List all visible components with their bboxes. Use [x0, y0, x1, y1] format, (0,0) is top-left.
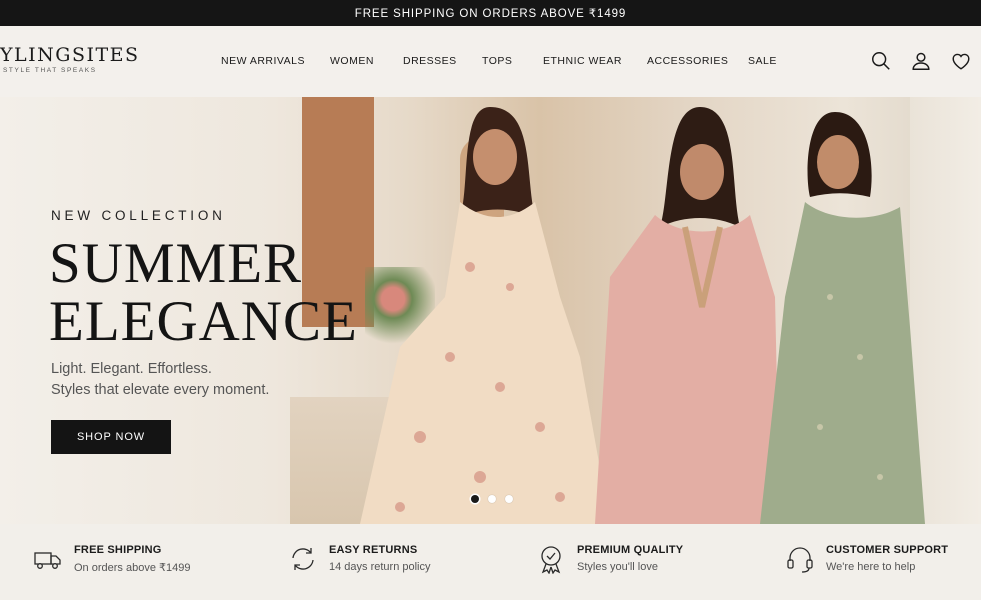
site-header: YLINGSITES STYLE THAT SPEAKS NEW ARRIVAL…	[0, 26, 981, 97]
feature-customer-support: CUSTOMER SUPPORT We're here to help	[785, 542, 981, 582]
nav-ethnic-wear[interactable]: ETHNIC WEAR	[543, 55, 622, 67]
nav-women[interactable]: WOMEN	[330, 55, 374, 67]
carousel-dot-3[interactable]	[505, 495, 513, 503]
feature-title: CUSTOMER SUPPORT	[826, 544, 949, 556]
hero-subtitle-line2: Styles that elevate every moment.	[51, 382, 270, 398]
feature-subtitle: Styles you'll love	[577, 561, 658, 573]
carousel-dots	[471, 495, 513, 503]
carousel-dot-2[interactable]	[488, 495, 496, 503]
user-icon[interactable]	[910, 50, 932, 72]
hero-headline-line2: ELEGANCE	[49, 290, 358, 353]
features-strip: FREE SHIPPING On orders above ₹1499 EASY…	[0, 524, 981, 600]
nav-accessories[interactable]: ACCESSORIES	[647, 55, 728, 67]
shop-now-button[interactable]: SHOP NOW	[51, 420, 171, 454]
feature-subtitle: 14 days return policy	[329, 561, 431, 573]
returns-icon	[288, 544, 318, 574]
feature-title: PREMIUM QUALITY	[577, 544, 684, 556]
hero-subtitle-line1: Light. Elegant. Effortless.	[51, 361, 212, 377]
hero-subtitle: Light. Elegant. Effortless. Styles that …	[51, 359, 269, 401]
main-nav: NEW ARRIVALS WOMEN DRESSES TOPS ETHNIC W…	[0, 26, 981, 97]
hero-eyebrow: NEW COLLECTION	[51, 208, 226, 223]
hero-headline-line1: SUMMER	[49, 232, 303, 295]
nav-dresses[interactable]: DRESSES	[403, 55, 457, 67]
carousel-dot-1[interactable]	[471, 495, 479, 503]
feature-title: FREE SHIPPING	[74, 544, 162, 556]
announcement-bar: FREE SHIPPING ON ORDERS ABOVE ₹1499	[0, 0, 981, 26]
hero-banner: NEW COLLECTION SUMMER ELEGANCE Light. El…	[0, 97, 981, 524]
feature-premium-quality: PREMIUM QUALITY Styles you'll love	[536, 542, 736, 582]
search-icon[interactable]	[870, 50, 892, 72]
heart-icon[interactable]	[950, 50, 972, 72]
nav-tops[interactable]: TOPS	[482, 55, 512, 67]
announcement-text: FREE SHIPPING ON ORDERS ABOVE ₹1499	[354, 8, 627, 20]
nav-new-arrivals[interactable]: NEW ARRIVALS	[221, 55, 305, 67]
feature-subtitle: On orders above ₹1499	[74, 562, 191, 574]
nav-sale[interactable]: SALE	[748, 55, 777, 67]
truck-icon	[33, 544, 63, 574]
quality-badge-icon	[536, 544, 566, 575]
feature-easy-returns: EASY RETURNS 14 days return policy	[288, 542, 488, 582]
model-green-dress-image	[760, 97, 930, 524]
feature-title: EASY RETURNS	[329, 544, 418, 556]
model-floral-dress-image	[360, 97, 610, 524]
feature-subtitle: We're here to help	[826, 561, 916, 573]
feature-free-shipping: FREE SHIPPING On orders above ₹1499	[33, 542, 233, 582]
headset-icon	[785, 544, 815, 574]
hero-headline: SUMMER ELEGANCE	[49, 235, 358, 351]
